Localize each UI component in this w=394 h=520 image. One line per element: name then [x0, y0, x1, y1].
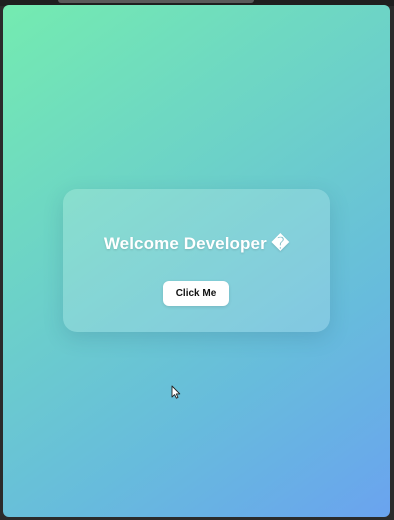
welcome-card: Welcome Developer � Click Me: [63, 189, 330, 332]
window-tab-strip: [58, 0, 254, 3]
mouse-pointer-icon: [171, 385, 181, 399]
page-viewport: Welcome Developer � Click Me: [3, 5, 390, 517]
click-me-button[interactable]: Click Me: [163, 281, 229, 306]
welcome-heading: Welcome Developer �: [103, 234, 290, 253]
